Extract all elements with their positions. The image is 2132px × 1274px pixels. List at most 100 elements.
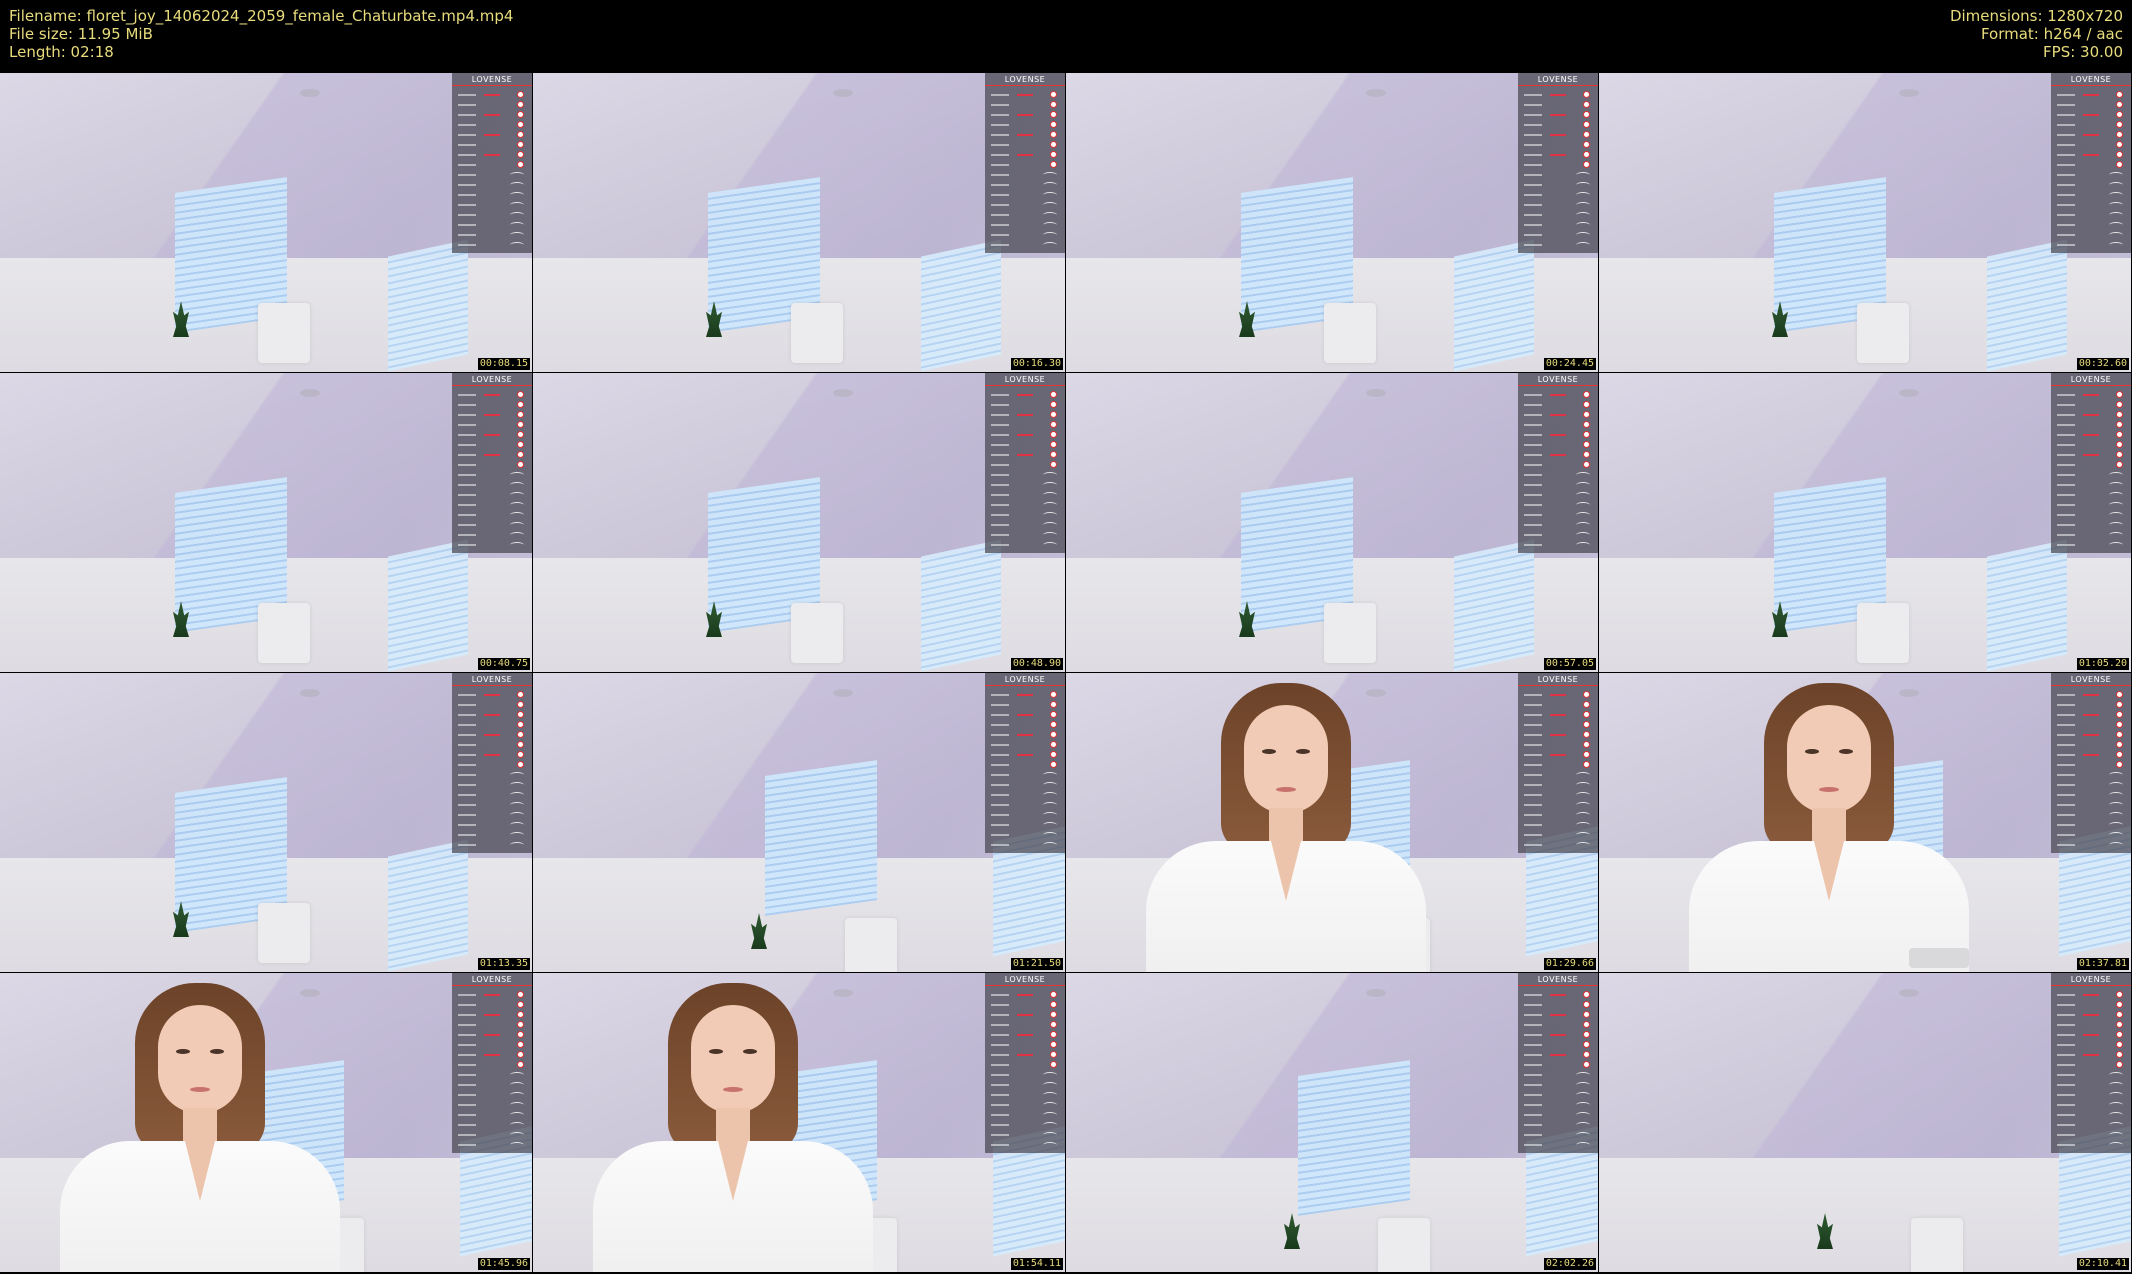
video-thumbnail[interactable]: LOVENSE 00:08.15 [0, 73, 532, 372]
overlay-row [458, 531, 526, 539]
overlay-dot-icon [517, 1041, 524, 1048]
overlay-row [991, 461, 1059, 469]
chair [1324, 603, 1376, 663]
overlay-row [2057, 201, 2125, 209]
overlay-wave-icon [510, 202, 524, 208]
overlay-row [2057, 1111, 2125, 1119]
overlay-wave-icon [510, 532, 524, 538]
overlay-wave-icon [510, 492, 524, 498]
overlay-dot-icon [2116, 701, 2123, 708]
overlay-bar [1550, 154, 1566, 156]
overlay-bar [1017, 114, 1033, 116]
overlay-level [2057, 1094, 2075, 1096]
video-thumbnail[interactable]: LOVENSE 00:24.45 [1066, 73, 1598, 372]
overlay-bar [1550, 714, 1566, 716]
overlay-row [1524, 181, 1592, 189]
window-blinds-secondary [1454, 239, 1534, 372]
video-thumbnail[interactable]: LOVENSE 01:45.96 [0, 973, 532, 1272]
overlay-row [1524, 161, 1592, 169]
overlay-dot-icon [517, 991, 524, 998]
overlay-row [458, 121, 526, 129]
overlay-level [458, 1074, 476, 1076]
overlay-row [2057, 461, 2125, 469]
overlay-dot-icon [1050, 101, 1057, 108]
overlay-row [1524, 1091, 1592, 1099]
overlay-wave-icon [510, 1112, 524, 1118]
overlay-dot-icon [2116, 441, 2123, 448]
overlay-level [458, 714, 476, 716]
overlay-row [1524, 421, 1592, 429]
overlay-row [2057, 521, 2125, 529]
overlay-level [1524, 1014, 1542, 1016]
overlay-row [991, 541, 1059, 549]
overlay-level [1524, 1034, 1542, 1036]
overlay-row [991, 1041, 1059, 1049]
video-thumbnail[interactable]: LOVENSE 01:05.20 [1599, 373, 2131, 672]
overlay-wave-icon [510, 502, 524, 508]
video-thumbnail[interactable]: LOVENSE 00:40.75 [0, 373, 532, 672]
overlay-level [1524, 184, 1542, 186]
overlay-row [991, 1001, 1059, 1009]
overlay-row [991, 831, 1059, 839]
overlay-row [2057, 231, 2125, 239]
overlay-bar [1550, 1034, 1566, 1036]
overlay-level [458, 1104, 476, 1106]
overlay-wave-icon [510, 792, 524, 798]
ceiling-lamp [833, 89, 853, 97]
overlay-row [1524, 541, 1592, 549]
video-thumbnail[interactable]: LOVENSE 01:29.66 [1066, 673, 1598, 972]
overlay-bar [484, 114, 500, 116]
overlay-bar [1017, 414, 1033, 416]
overlay-level [991, 1004, 1009, 1006]
overlay-level [458, 544, 476, 546]
video-thumbnail[interactable]: LOVENSE 01:54.11 [533, 973, 1065, 1272]
overlay-dot-icon [517, 151, 524, 158]
overlay-bar [484, 734, 500, 736]
overlay-row [458, 171, 526, 179]
overlay-bar [2083, 114, 2099, 116]
overlay-dot-icon [517, 421, 524, 428]
video-thumbnail[interactable]: LOVENSE 00:32.60 [1599, 73, 2131, 372]
overlay-level [991, 1034, 1009, 1036]
overlay-wave-icon [1576, 1122, 1590, 1128]
overlay-row [458, 191, 526, 199]
overlay-row [458, 721, 526, 729]
video-thumbnail[interactable]: LOVENSE 01:37.81 [1599, 673, 2131, 972]
overlay-row [458, 841, 526, 849]
video-thumbnail[interactable]: LOVENSE 01:13.35 [0, 673, 532, 972]
overlay-level [1524, 494, 1542, 496]
overlay-level [458, 184, 476, 186]
overlay-row [1524, 761, 1592, 769]
video-thumbnail[interactable]: LOVENSE 02:10.41 [1599, 973, 2131, 1272]
overlay-level [458, 734, 476, 736]
overlay-row [1524, 741, 1592, 749]
overlay-row [991, 1051, 1059, 1059]
video-thumbnail[interactable]: LOVENSE 00:48.90 [533, 373, 1065, 672]
overlay-row [2057, 121, 2125, 129]
overlay-level [458, 494, 476, 496]
overlay-dot-icon [517, 731, 524, 738]
overlay-row [1524, 201, 1592, 209]
video-thumbnail[interactable]: LOVENSE 00:57.05 [1066, 373, 1598, 672]
overlay-brand: LOVENSE [452, 375, 532, 386]
ceiling-lamp [300, 89, 320, 97]
overlay-row [2057, 701, 2125, 709]
overlay-row [458, 111, 526, 119]
overlay-wave-icon [1043, 202, 1057, 208]
overlay-row [991, 751, 1059, 759]
overlay-dot-icon [1050, 391, 1057, 398]
overlay-wave-icon [2109, 1102, 2123, 1108]
overlay-level [2057, 444, 2075, 446]
overlay-level [2057, 714, 2075, 716]
overlay-level [2057, 194, 2075, 196]
overlay-bar [484, 154, 500, 156]
overlay-level [1524, 714, 1542, 716]
video-thumbnail[interactable]: LOVENSE 01:21.50 [533, 673, 1065, 972]
overlay-dot-icon [1583, 441, 1590, 448]
video-thumbnail[interactable]: LOVENSE 02:02.26 [1066, 973, 1598, 1272]
overlay-dot-icon [1050, 991, 1057, 998]
overlay-row [991, 391, 1059, 399]
overlay-row [991, 1071, 1059, 1079]
video-thumbnail[interactable]: LOVENSE 00:16.30 [533, 73, 1065, 372]
overlay-row [991, 691, 1059, 699]
